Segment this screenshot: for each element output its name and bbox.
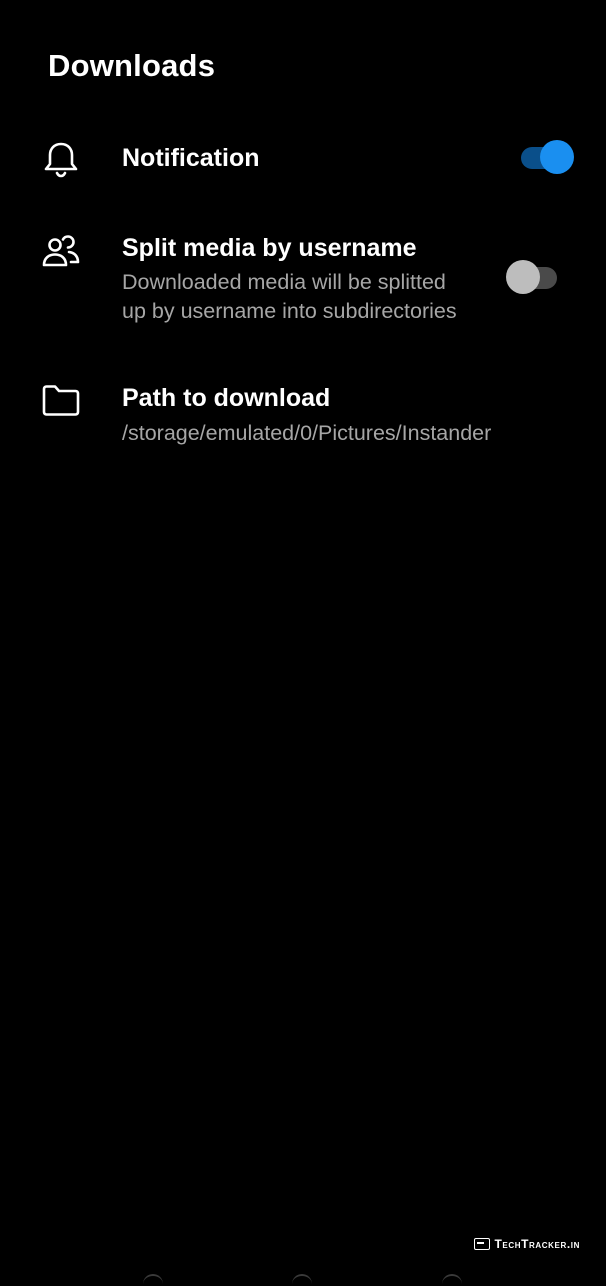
notification-label: Notification xyxy=(122,144,260,172)
nav-recents-icon[interactable] xyxy=(442,1274,462,1286)
split-media-setting-row[interactable]: Split media by username Downloaded media… xyxy=(0,225,606,335)
notification-setting-row[interactable]: Notification xyxy=(0,130,606,190)
download-path-label: Path to download xyxy=(122,384,331,412)
split-media-description: Downloaded media will be splitted up by … xyxy=(122,268,457,325)
notification-toggle[interactable] xyxy=(518,140,574,174)
split-media-toggle-thumb xyxy=(506,260,540,294)
split-media-description-line-1: Downloaded media will be splitted xyxy=(122,270,446,294)
page-title: Downloads xyxy=(48,48,216,83)
split-media-toggle[interactable] xyxy=(506,260,562,294)
users-icon xyxy=(40,229,82,271)
nav-home-icon[interactable] xyxy=(292,1274,312,1286)
notification-toggle-thumb xyxy=(540,140,574,174)
nav-back-icon[interactable] xyxy=(143,1274,163,1286)
watermark: TechTracker.in xyxy=(474,1237,580,1251)
split-media-label: Split media by username xyxy=(122,234,417,262)
folder-icon xyxy=(40,379,82,421)
download-path-value: /storage/emulated/0/Pictures/Instander xyxy=(122,421,492,445)
watermark-text: TechTracker.in xyxy=(494,1237,580,1251)
bell-icon xyxy=(40,138,82,180)
system-navigation-bar xyxy=(0,1272,606,1280)
watermark-logo-icon xyxy=(474,1238,491,1250)
download-path-setting-row[interactable]: Path to download /storage/emulated/0/Pic… xyxy=(0,375,606,455)
split-media-description-line-2: up by username into subdirectories xyxy=(122,299,457,323)
